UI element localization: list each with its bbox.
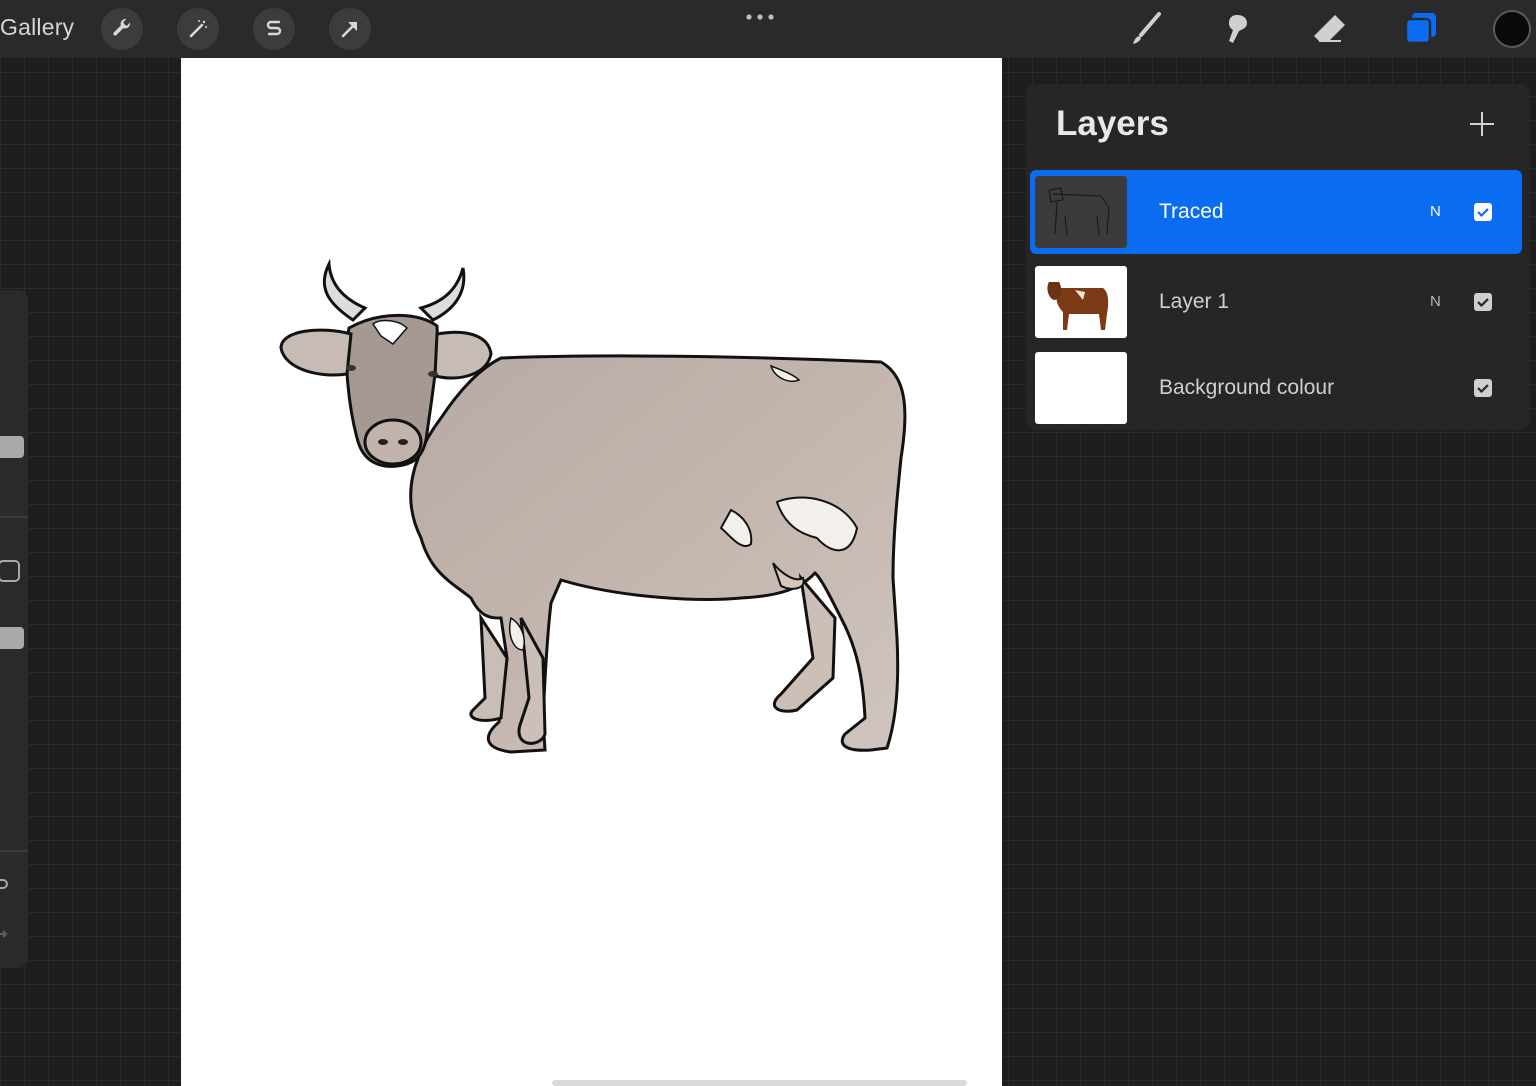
layers-panel: Layers Traced N Layer 1 N Background col…: [1026, 84, 1530, 430]
smudge-icon: [1229, 15, 1247, 43]
layer-name: Background colour: [1159, 376, 1335, 399]
layer-thumbnail: [1035, 266, 1127, 338]
selection-button[interactable]: [253, 8, 295, 50]
ellipsis-icon[interactable]: [744, 12, 776, 22]
sidebar-divider: [0, 516, 28, 518]
selection-s-icon: [266, 20, 282, 36]
blend-mode-button[interactable]: N: [1430, 203, 1441, 220]
drawing-canvas[interactable]: [181, 58, 1002, 1086]
brush-icon: [1133, 12, 1161, 44]
undo-icon[interactable]: [0, 876, 10, 892]
visibility-checkbox[interactable]: [1474, 203, 1492, 221]
smudge-tool-button[interactable]: [1215, 8, 1259, 50]
paint-tool-button[interactable]: [1123, 8, 1167, 50]
cow-illustration: [279, 258, 907, 754]
wrench-icon: [113, 18, 131, 36]
sidebar-divider: [0, 850, 28, 852]
home-indicator: [552, 1080, 967, 1086]
visibility-checkbox[interactable]: [1474, 293, 1492, 311]
layer-row-layer-1[interactable]: Layer 1 N: [1030, 260, 1522, 344]
eraser-icon: [1314, 15, 1345, 42]
arrow-transform-icon: [341, 22, 357, 38]
plus-icon[interactable]: [1466, 108, 1498, 140]
redo-icon[interactable]: [0, 926, 10, 942]
blend-mode-button[interactable]: N: [1430, 293, 1441, 310]
layer-row-background-colour[interactable]: Background colour: [1030, 346, 1522, 430]
layers-icon: [1404, 13, 1436, 45]
layers-panel-title: Layers: [1056, 104, 1169, 143]
transform-button[interactable]: [329, 8, 371, 50]
layer-thumbnail: [1035, 176, 1127, 248]
modify-button[interactable]: [0, 560, 20, 582]
eraser-tool-button[interactable]: [1307, 8, 1351, 50]
color-picker-button[interactable]: [1493, 10, 1531, 48]
layer-thumbnail: [1035, 352, 1127, 424]
magic-wand-icon: [189, 20, 207, 38]
gallery-button[interactable]: Gallery: [0, 14, 74, 41]
adjustments-button[interactable]: [177, 8, 219, 50]
layer-row-traced[interactable]: Traced N: [1030, 170, 1522, 254]
top-toolbar: Gallery: [0, 0, 1536, 58]
layers-button[interactable]: [1399, 8, 1443, 50]
opacity-slider-thumb[interactable]: [0, 627, 24, 649]
cow-photo-thumbnail: [1047, 282, 1109, 330]
traced-sketch-thumbnail: [1048, 187, 1110, 237]
layer-name: Layer 1: [1159, 290, 1230, 313]
procreate-app: Gallery Layers Traced N Layer 1 N Backgr…: [0, 0, 1536, 1086]
brush-size-slider-thumb[interactable]: [0, 436, 24, 458]
layer-name: Traced: [1159, 200, 1224, 223]
visibility-checkbox[interactable]: [1474, 379, 1492, 397]
actions-button[interactable]: [101, 8, 143, 50]
left-sidebar: [0, 290, 28, 968]
